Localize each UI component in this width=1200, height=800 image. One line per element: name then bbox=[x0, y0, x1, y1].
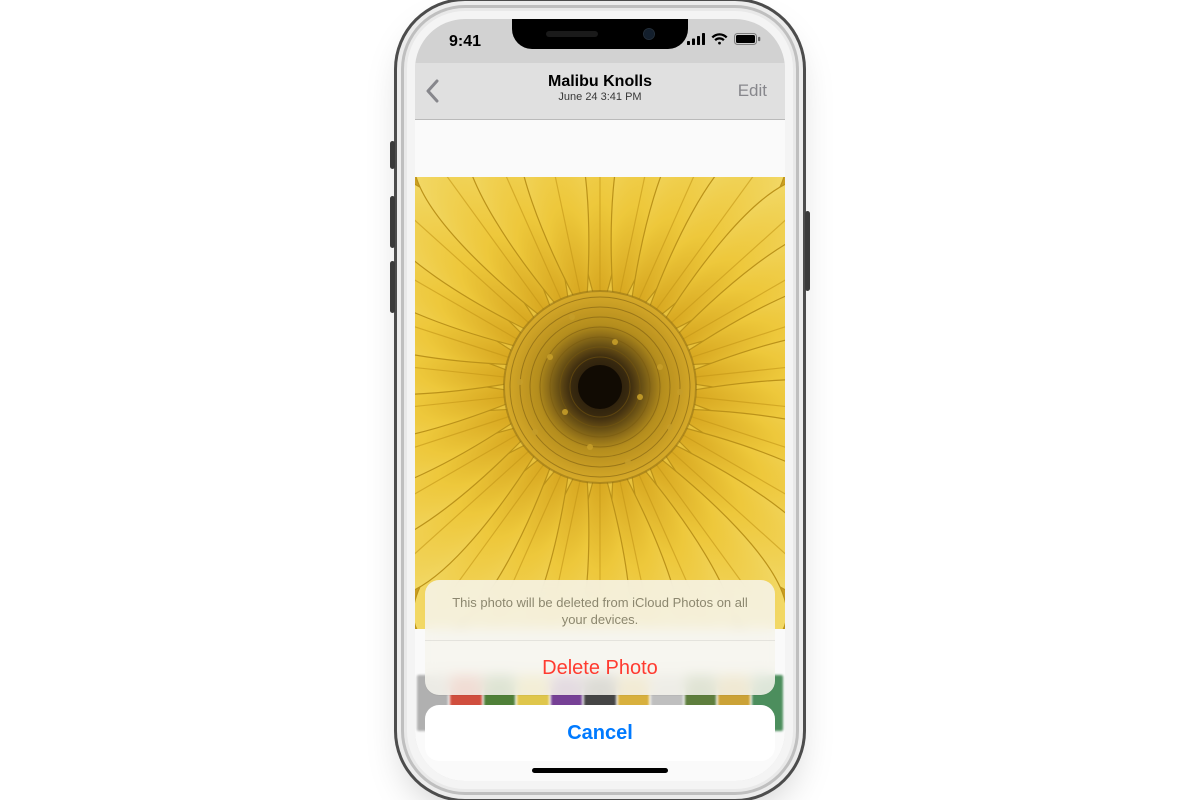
mute-switch bbox=[390, 141, 395, 169]
screen: 9:41 Malibu Knolls June 24 3:41 PM Edit bbox=[415, 19, 785, 781]
cancel-button[interactable]: Cancel bbox=[425, 705, 775, 761]
power-button bbox=[805, 211, 810, 291]
action-sheet-main-group: This photo will be deleted from iCloud P… bbox=[425, 580, 775, 695]
delete-photo-button[interactable]: Delete Photo bbox=[425, 641, 775, 695]
action-sheet: This photo will be deleted from iCloud P… bbox=[425, 580, 775, 761]
volume-up-button bbox=[390, 196, 395, 248]
phone-frame: 9:41 Malibu Knolls June 24 3:41 PM Edit bbox=[407, 11, 793, 789]
home-indicator[interactable] bbox=[532, 768, 668, 773]
action-sheet-message: This photo will be deleted from iCloud P… bbox=[425, 580, 775, 641]
volume-down-button bbox=[390, 261, 395, 313]
